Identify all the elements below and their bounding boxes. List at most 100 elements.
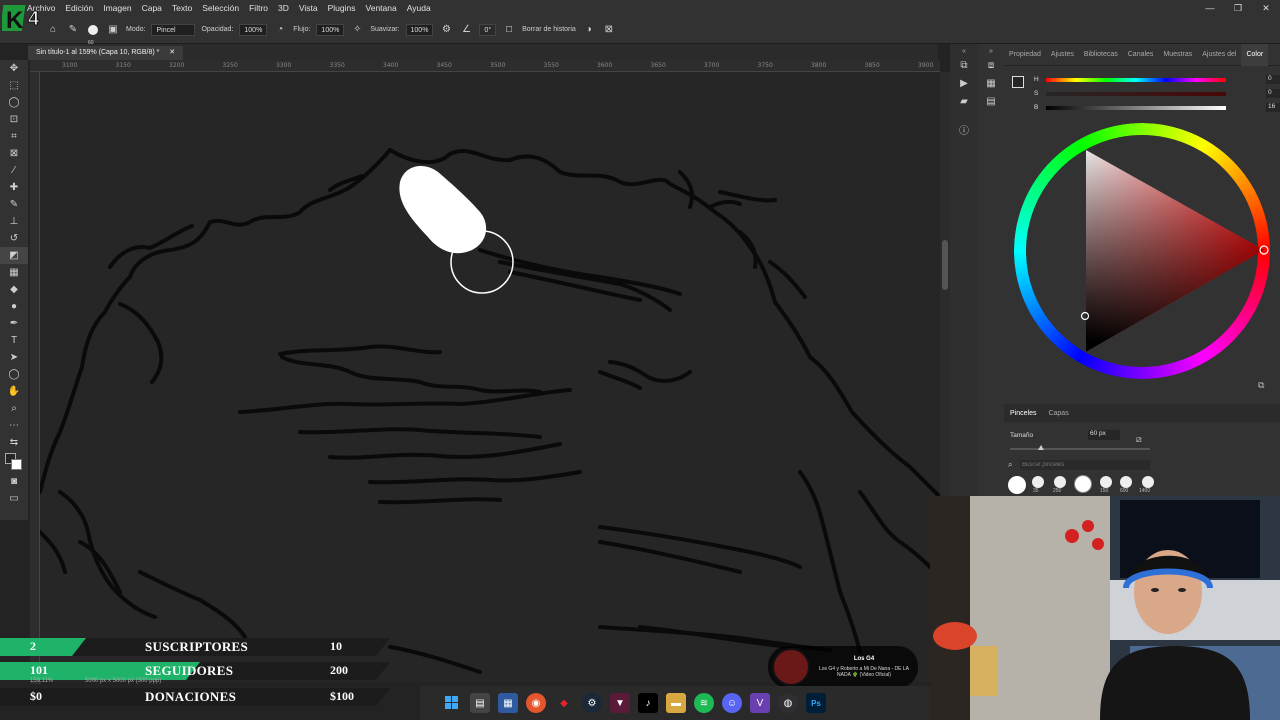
tab-bibliotecas[interactable]: Bibliotecas — [1079, 51, 1123, 58]
history-checkbox[interactable]: ☐ — [502, 23, 516, 37]
angle-input[interactable]: 0° — [479, 23, 497, 36]
brush-preset[interactable] — [1100, 476, 1112, 488]
home-icon[interactable]: ⌂ — [46, 23, 60, 37]
gear-icon[interactable]: ⚙ — [439, 23, 453, 37]
blur-tool-icon[interactable]: ◆ — [0, 281, 28, 298]
file-explorer-icon[interactable]: ▤ — [470, 693, 490, 713]
tab-muestras[interactable]: Muestras — [1158, 51, 1197, 58]
pressure-opacity-icon[interactable]: ◔ — [273, 23, 287, 37]
panel-expand-icon[interactable]: ⧉ — [1258, 380, 1264, 391]
brightness-slider[interactable] — [1046, 106, 1226, 110]
drawing-canvas[interactable] — [40, 72, 940, 682]
pressure-size-icon[interactable]: ◑ — [582, 23, 596, 37]
obs-icon[interactable]: ◍ — [778, 693, 798, 713]
shape-tool-icon[interactable]: ◯ — [0, 366, 28, 383]
zoom-tool-icon[interactable]: ⌕ — [0, 400, 28, 417]
menu-ayuda[interactable]: Ayuda — [402, 3, 436, 13]
slider-h-value[interactable]: 0 — [1266, 75, 1280, 84]
discord-icon[interactable]: ☺ — [722, 693, 742, 713]
minimize-button[interactable]: — — [1196, 0, 1224, 16]
size-input[interactable]: 60 px — [1088, 430, 1120, 440]
brush-preset-picker[interactable]: 60 — [86, 23, 100, 46]
tab-propiedades[interactable]: Propiedad — [1004, 51, 1046, 58]
more-tools-icon[interactable]: ⋯ — [0, 417, 28, 434]
collapse-icon-2[interactable]: » — [978, 44, 1004, 60]
menu-ventana[interactable]: Ventana — [361, 3, 402, 13]
brush-preset[interactable] — [1054, 476, 1066, 488]
eyedropper-tool-icon[interactable]: ⁄ — [0, 162, 28, 179]
app-v-icon[interactable]: V — [750, 693, 770, 713]
brush-preset[interactable] — [1008, 476, 1026, 494]
layers-panel-icon[interactable]: ▤ — [978, 96, 1004, 114]
brush-preset[interactable] — [1120, 476, 1132, 488]
comments-panel-icon[interactable]: ▰ — [950, 96, 978, 114]
saturation-slider[interactable] — [1046, 92, 1226, 96]
brush-settings-panel-icon[interactable]: ⧈ — [978, 60, 1004, 78]
menu-texto[interactable]: Texto — [167, 3, 197, 13]
airbrush-icon[interactable]: ✧ — [350, 23, 364, 37]
store-icon[interactable]: ▦ — [498, 693, 518, 713]
color-wheel[interactable] — [1014, 120, 1270, 382]
brush-options-icon[interactable]: ⧄ — [1136, 434, 1142, 445]
tab-capas[interactable]: Capas — [1042, 410, 1074, 417]
crop-tool-icon[interactable]: ⌗ — [0, 128, 28, 145]
flow-input[interactable]: 100% — [316, 23, 345, 36]
menu-edicion[interactable]: Edición — [60, 3, 98, 13]
tab-ajustes[interactable]: Ajustes — [1046, 51, 1079, 58]
tab-color[interactable]: Color — [1241, 43, 1269, 66]
menu-seleccion[interactable]: Selección — [197, 3, 244, 13]
menu-plugins[interactable]: Plugins — [323, 3, 361, 13]
brush-tool-icon[interactable]: ✎ — [0, 196, 28, 213]
info-panel-icon[interactable]: ⓘ — [950, 122, 978, 140]
mode-select[interactable]: Pincel — [151, 23, 196, 36]
tab-pinceles[interactable]: Pinceles — [1004, 410, 1042, 417]
hand-tool-icon[interactable]: ✋ — [0, 383, 28, 400]
gradient-tool-icon[interactable]: ▦ — [0, 264, 28, 281]
foreground-swatch[interactable] — [1012, 76, 1024, 88]
hue-slider[interactable] — [1046, 78, 1226, 82]
stamp-tool-icon[interactable]: ⊥ — [0, 213, 28, 230]
spotify-icon[interactable]: ≋ — [694, 693, 714, 713]
steam-icon[interactable]: ⚙ — [582, 693, 602, 713]
menu-imagen[interactable]: Imagen — [98, 3, 136, 13]
move-tool-icon[interactable]: ✥ — [0, 60, 28, 77]
frame-tool-icon[interactable]: ⊠ — [0, 145, 28, 162]
quick-mask-icon[interactable]: ◙ — [0, 473, 28, 490]
actions-panel-icon[interactable]: ▶ — [950, 78, 978, 96]
windows-icon[interactable] — [442, 693, 462, 713]
menu-filtro[interactable]: Filtro — [244, 3, 273, 13]
document-tab[interactable]: Sin título-1 al 159% (Capa 10, RGB/8) * … — [28, 46, 184, 60]
app-icon[interactable]: ▼ — [610, 693, 630, 713]
dodge-tool-icon[interactable]: ● — [0, 298, 28, 315]
screen-mode-icon[interactable]: ▭ — [0, 490, 28, 507]
symmetry-icon[interactable]: ⊠ — [602, 23, 616, 37]
size-slider-handle[interactable] — [1038, 445, 1044, 450]
smoothing-input[interactable]: 100% — [405, 23, 434, 36]
menu-3d[interactable]: 3D — [273, 3, 294, 13]
swap-colors-icon[interactable]: ⇆ — [0, 434, 28, 451]
history-brush-tool-icon[interactable]: ↺ — [0, 230, 28, 247]
eraser-tool-icon[interactable]: ✎ — [66, 23, 80, 37]
healing-tool-icon[interactable]: ✚ — [0, 179, 28, 196]
marquee-tool-icon[interactable]: ⬚ — [0, 77, 28, 94]
app-red-icon[interactable]: ◆ — [554, 693, 574, 713]
slider-s-value[interactable]: 0 — [1266, 89, 1280, 98]
brush-settings-icon[interactable]: ▣ — [106, 23, 120, 37]
photoshop-icon[interactable]: Ps — [806, 693, 826, 713]
size-slider[interactable] — [1010, 448, 1150, 450]
brush-preset-selected[interactable] — [1074, 475, 1092, 493]
browser-icon[interactable]: ◉ — [526, 693, 546, 713]
close-button[interactable]: ✕ — [1252, 0, 1280, 16]
menu-capa[interactable]: Capa — [137, 3, 167, 13]
maximize-button[interactable]: ❐ — [1224, 0, 1252, 16]
zoom-level[interactable]: 159,11% — [30, 678, 53, 684]
tab-canales[interactable]: Canales — [1123, 51, 1159, 58]
brush-preset[interactable] — [1142, 476, 1154, 488]
brush-preset[interactable] — [1032, 476, 1044, 488]
slider-b-value[interactable]: 16 — [1266, 103, 1280, 112]
type-tool-icon[interactable]: T — [0, 332, 28, 349]
color-swatches[interactable] — [0, 451, 28, 473]
history-panel-icon[interactable]: ⧉ — [950, 60, 978, 78]
canvas-scroll-thumb[interactable] — [942, 240, 948, 290]
object-select-tool-icon[interactable]: ⊡ — [0, 111, 28, 128]
